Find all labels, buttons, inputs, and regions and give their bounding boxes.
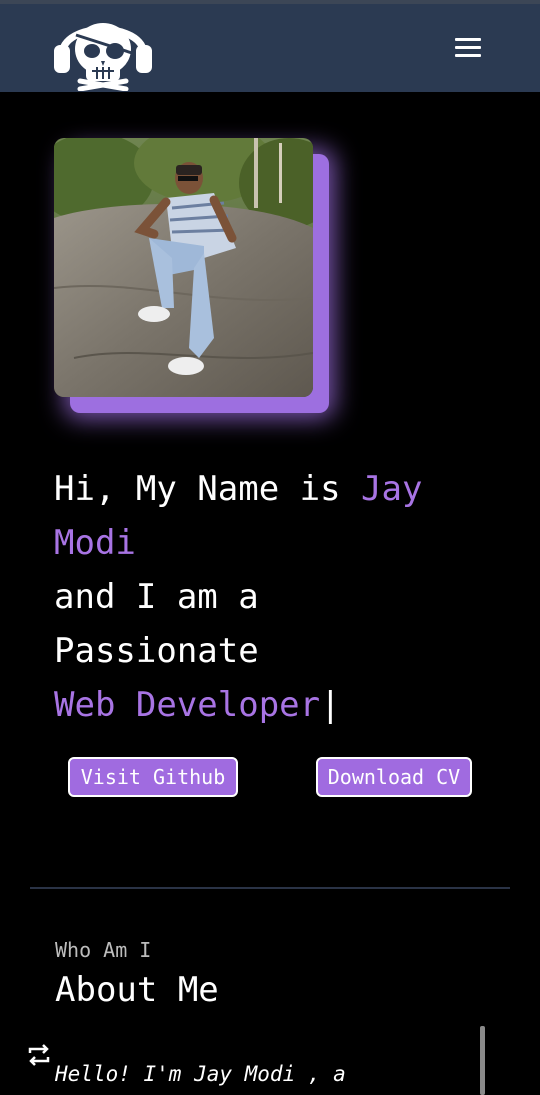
repost-icon[interactable] [26,1044,52,1066]
intro-line-4: Web Developer| [54,678,494,732]
hamburger-menu-icon[interactable] [448,34,488,62]
intro-prefix: Hi, My Name is [54,469,362,509]
pirate-skull-headphones-icon[interactable] [52,5,154,91]
hero-role: Web Developer [54,685,321,725]
about-title: About Me [55,970,219,1010]
typing-cursor: | [320,685,341,725]
intro-line-1: Hi, My Name is Jay Modi [54,462,494,570]
about-eyebrow: Who Am I [55,938,152,962]
about-intro-text: Hello! I'm Jay Modi , a [55,1062,346,1086]
hero-intro-text: Hi, My Name is Jay Modi and I am a Passi… [54,462,494,732]
profile-photo [54,138,313,397]
intro-line-3: Passionate [54,631,259,671]
profile-photo-frame [54,138,313,397]
navbar [0,4,540,92]
visit-github-button[interactable]: Visit Github [68,757,238,797]
scrollbar[interactable] [480,1026,485,1095]
intro-line-2: and I am a [54,577,259,617]
section-divider [30,887,510,889]
download-cv-button[interactable]: Download CV [316,757,472,797]
